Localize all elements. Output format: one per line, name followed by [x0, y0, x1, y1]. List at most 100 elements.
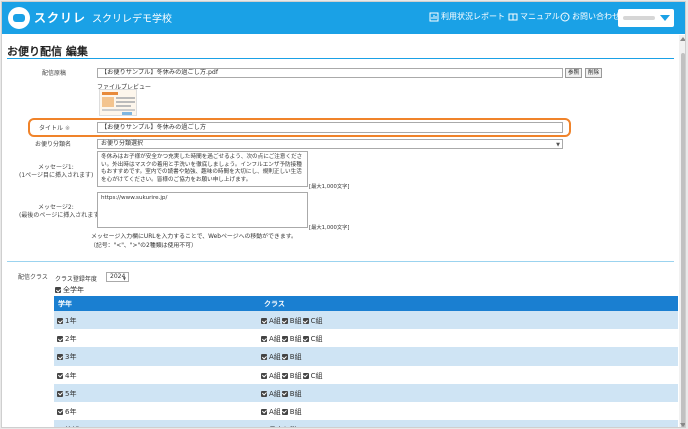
class-checkbox[interactable]: B組	[281, 389, 302, 398]
grade-label: 5年	[65, 389, 77, 398]
message2-textarea[interactable]: https://www.sukurire.jp/	[97, 192, 308, 228]
svg-text:?: ?	[563, 15, 566, 21]
source-file-field[interactable]: 【お便りサンプル】冬休みの過ごし方.pdf	[97, 68, 563, 78]
class-checkbox[interactable]: 見守り隊	[261, 426, 297, 427]
class-label: B組	[289, 335, 302, 344]
required-mark: ※	[64, 125, 70, 132]
class-label: B組	[289, 317, 302, 325]
checkbox-checked-icon	[57, 336, 63, 343]
chevron-down-icon	[660, 15, 670, 21]
class-checkbox[interactable]: B組	[281, 335, 302, 344]
class-checkbox-group: A組 B組	[261, 389, 303, 399]
category-select[interactable]: お便り分類選択 ▼	[97, 139, 563, 149]
checkbox-checked-icon	[281, 372, 288, 379]
table-row: 5年 A組 B組	[54, 383, 678, 402]
class-checkbox-group: 見守り隊	[261, 425, 298, 427]
grade-checkbox[interactable]: 地域	[57, 425, 79, 428]
checkbox-checked-icon	[57, 372, 63, 379]
class-label: C組	[310, 317, 323, 325]
chevron-down-icon: ▼	[122, 276, 126, 281]
message1-textarea[interactable]: 冬休みはお子様が安全かつ充実した時間を過ごせるよう、次の点にご注意ください。外出…	[97, 151, 308, 187]
class-checkbox-group: A組 B組	[261, 352, 303, 362]
message2-limit: [最大1,000文字]	[309, 225, 350, 231]
table-row: 3年 A組 B組	[54, 347, 678, 366]
brand-name[interactable]: スクリレ	[34, 9, 86, 26]
title-input[interactable]: 【お便りサンプル】冬休みの過ごし方	[97, 122, 563, 133]
scroll-up-icon[interactable]	[680, 37, 685, 41]
grade-checkbox[interactable]: 2年	[57, 334, 76, 344]
class-checkbox[interactable]: A組	[261, 317, 281, 325]
class-table: 学年 クラス 1年 A組 B組 C組 2年 A組 B組 C組 3年 A組 B組 4年 A組 B組 C組 5年 A…	[54, 296, 678, 428]
message-url-note: メッセージ入力欄にURLを入力することで、Webページへの移動ができます。	[91, 234, 297, 240]
table-row: 4年 A組 B組 C組	[54, 365, 678, 384]
class-checkbox[interactable]: A組	[261, 372, 281, 380]
class-label: A組	[269, 371, 281, 380]
nav-usage-report-label: 利用状況レポート	[441, 12, 505, 21]
message1-limit: [最大1,000文字]	[309, 184, 350, 190]
school-name: スクリレデモ学校	[92, 14, 172, 25]
nav-manual-label: マニュアル	[520, 12, 560, 21]
user-name-redacted	[623, 16, 655, 20]
user-menu-button[interactable]	[618, 9, 674, 27]
class-checkbox[interactable]: A組	[261, 335, 281, 343]
class-checkbox[interactable]: C組	[302, 371, 323, 380]
vertical-scrollbar[interactable]	[679, 35, 685, 427]
delete-button[interactable]: 削除	[585, 68, 603, 78]
class-label: A組	[269, 353, 281, 362]
grade-checkbox[interactable]: 1年	[57, 316, 76, 326]
class-checkbox[interactable]: C組	[302, 317, 323, 325]
class-checkbox[interactable]: A組	[261, 390, 281, 398]
checkbox-checked-icon	[261, 390, 267, 397]
table-row: 地域 見守り隊	[54, 420, 678, 428]
grade-label: 1年	[65, 317, 77, 325]
class-checkbox[interactable]: A組	[261, 408, 281, 416]
nav-contact[interactable]: ? お問い合わせ	[560, 11, 620, 22]
class-checkbox-group: A組 B組 C組	[261, 371, 324, 381]
class-checkbox[interactable]: A組	[261, 353, 281, 361]
logo-icon	[8, 7, 30, 29]
all-grades-label: 全学年	[63, 286, 84, 294]
nav-usage-report[interactable]: 利用状況レポート	[429, 11, 505, 22]
grade-checkbox[interactable]: 6年	[57, 407, 76, 417]
class-label: A組	[269, 317, 281, 325]
checkbox-checked-icon	[261, 318, 267, 324]
nav-contact-label: お問い合わせ	[572, 12, 620, 21]
checkbox-checked-icon	[261, 336, 267, 343]
file-preview-thumbnail[interactable]	[99, 89, 137, 116]
nav-manual[interactable]: マニュアル	[508, 11, 560, 22]
grade-checkbox[interactable]: 4年	[57, 371, 76, 381]
checkbox-checked-icon	[57, 427, 63, 428]
checkbox-checked-icon	[57, 318, 63, 324]
browse-button[interactable]: 参照	[565, 68, 583, 78]
checkbox-checked-icon	[57, 390, 63, 397]
checkbox-checked-icon	[302, 372, 309, 379]
all-grades-checkbox[interactable]: 全学年	[55, 285, 84, 295]
class-checkbox-group: A組 B組 C組	[261, 334, 324, 344]
source-label: 配信原稿	[42, 70, 67, 77]
class-checkbox[interactable]: C組	[302, 335, 323, 344]
checkbox-checked-icon	[281, 336, 288, 343]
class-checkbox[interactable]: B組	[281, 353, 302, 361]
class-label: C組	[310, 335, 323, 344]
grade-checkbox[interactable]: 3年	[57, 352, 76, 362]
chevron-down-icon: ▼	[556, 142, 560, 148]
scroll-down-icon[interactable]	[680, 423, 685, 427]
checkbox-checked-icon	[302, 336, 309, 343]
class-year-select[interactable]: 2024 ▼	[106, 272, 129, 282]
grade-label: 3年	[65, 353, 77, 362]
class-checkbox[interactable]: B組	[281, 408, 302, 416]
class-checkbox-group: A組 B組 C組	[261, 316, 324, 326]
checkbox-checked-icon	[261, 372, 267, 379]
checkbox-checked-icon	[55, 287, 61, 293]
scrollbar-thumb[interactable]	[681, 53, 685, 427]
class-label: B組	[289, 389, 302, 398]
help-icon: ?	[560, 12, 570, 21]
checkbox-checked-icon	[261, 408, 267, 415]
class-label: C組	[310, 371, 323, 380]
class-checkbox[interactable]: B組	[281, 372, 302, 380]
checkbox-checked-icon	[57, 354, 63, 361]
grade-label: 地域	[65, 426, 79, 427]
category-label: お便り分類名	[35, 141, 72, 148]
class-checkbox[interactable]: B組	[281, 317, 302, 325]
grade-checkbox[interactable]: 5年	[57, 389, 76, 399]
